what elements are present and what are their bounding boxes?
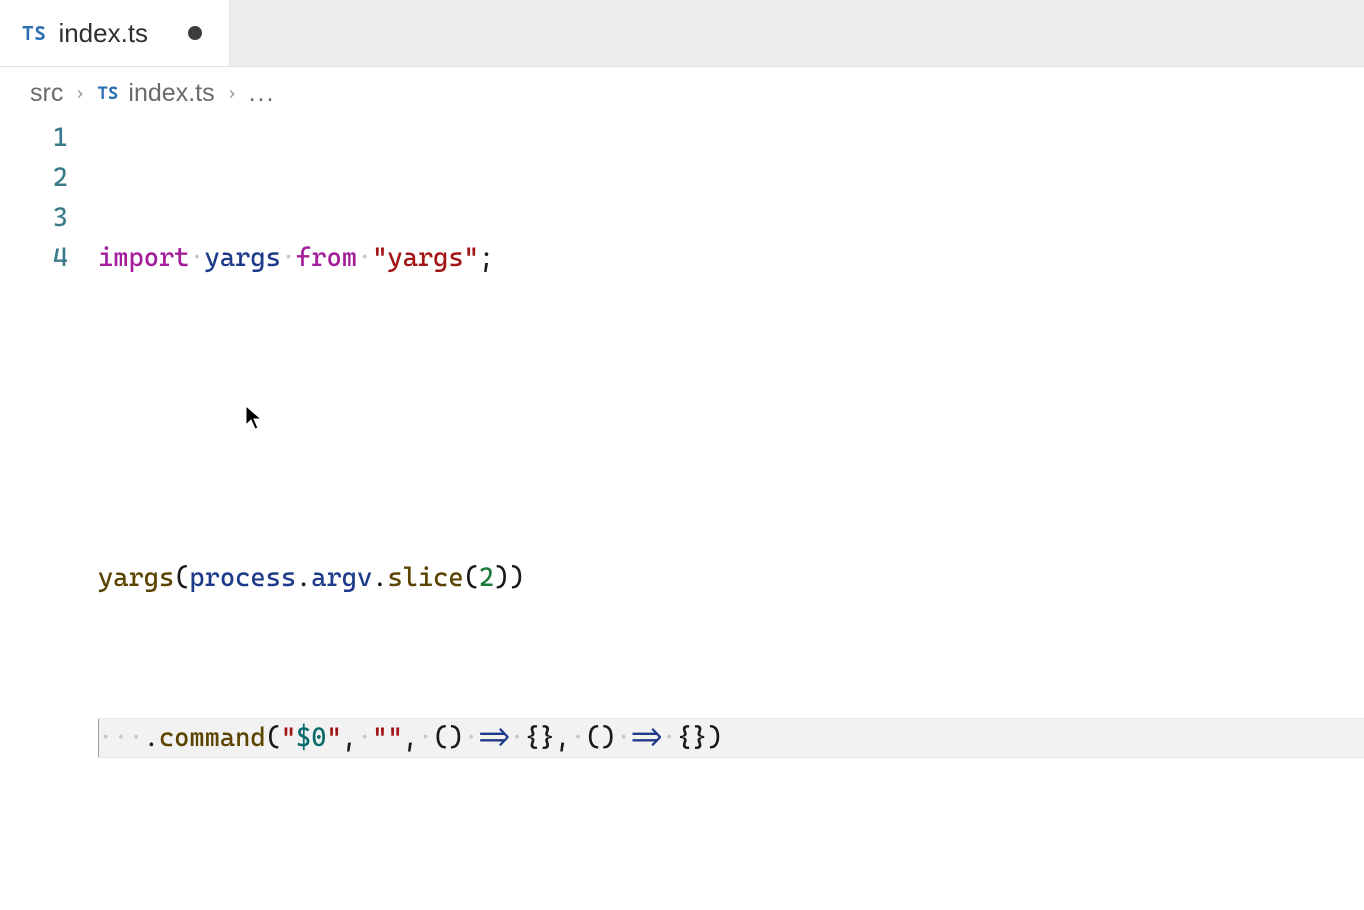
breadcrumb: src TS index.ts ...: [0, 67, 1364, 118]
line-number: 1: [0, 118, 68, 158]
whitespace-dot: ·: [189, 238, 204, 278]
editor-tab[interactable]: TS index.ts: [0, 0, 230, 66]
token-punct: ,: [342, 718, 357, 758]
token-identifier: yargs: [205, 238, 281, 278]
token-arrow: =>: [479, 718, 509, 758]
whitespace-dot: ·: [418, 718, 433, 758]
whitespace-dot: ·: [616, 718, 631, 758]
whitespace-dot: ·: [570, 718, 585, 758]
whitespace-dot: ·: [662, 718, 677, 758]
line-number: 3: [0, 198, 68, 238]
token-string: ": [327, 718, 342, 758]
token-punct: .: [144, 718, 159, 758]
token-identifier: argv: [311, 558, 372, 598]
typescript-icon: TS: [22, 21, 46, 45]
token-string-variable: $0: [296, 718, 326, 758]
token-punct: ): [509, 558, 524, 598]
token-punct: .: [296, 558, 311, 598]
token-string: "yargs": [372, 238, 479, 278]
code-editor[interactable]: 1 2 3 4 import·yargs·from·"yargs"; yargs…: [0, 118, 1364, 838]
breadcrumb-segment[interactable]: src: [30, 79, 63, 108]
token-punct: (): [433, 718, 463, 758]
whitespace-dot: ·: [357, 238, 372, 278]
token-punct: ): [707, 718, 722, 758]
token-punct: {}: [677, 718, 707, 758]
code-line[interactable]: import·yargs·from·"yargs";: [98, 238, 1364, 278]
token-punct: ;: [479, 238, 494, 278]
line-number: 2: [0, 158, 68, 198]
token-punct: .: [372, 558, 387, 598]
typescript-icon: TS: [97, 83, 118, 104]
code-line[interactable]: yargs(process.argv.slice(2)): [98, 558, 1364, 598]
token-punct: (: [464, 558, 479, 598]
token-punct: {}: [525, 718, 555, 758]
token-punct: ): [494, 558, 509, 598]
token-punct: (: [266, 718, 281, 758]
token-call: yargs: [98, 558, 174, 598]
code-line[interactable]: ···.command("$0",·"",·()·=>·{},·()·=>·{}…: [98, 718, 1364, 758]
breadcrumb-segment[interactable]: index.ts: [128, 79, 214, 108]
token-string: ": [281, 718, 296, 758]
whitespace-dot: ·: [464, 718, 479, 758]
token-punct: (): [586, 718, 616, 758]
token-call: slice: [387, 558, 463, 598]
token-identifier: process: [189, 558, 296, 598]
whitespace-dot: ·: [281, 238, 296, 278]
chevron-right-icon: [73, 79, 87, 108]
token-punct: (: [174, 558, 189, 598]
line-number: 4: [0, 238, 68, 278]
whitespace-dot: ···: [98, 718, 144, 758]
cursor-icon: [98, 719, 99, 757]
token-number: 2: [479, 558, 494, 598]
token-string: "": [372, 718, 402, 758]
line-number-gutter: 1 2 3 4: [0, 118, 98, 838]
token-arrow: =>: [631, 718, 661, 758]
token-keyword: import: [98, 238, 189, 278]
token-punct: ,: [555, 718, 570, 758]
code-area[interactable]: import·yargs·from·"yargs"; yargs(process…: [98, 118, 1364, 838]
token-keyword: from: [296, 238, 357, 278]
token-call: command: [159, 718, 266, 758]
tab-filename: index.ts: [58, 18, 148, 49]
chevron-right-icon: [225, 79, 239, 108]
whitespace-dot: ·: [357, 718, 372, 758]
tab-bar: TS index.ts: [0, 0, 1364, 67]
whitespace-dot: ·: [509, 718, 524, 758]
token-punct: ,: [403, 718, 418, 758]
breadcrumb-overflow[interactable]: ...: [249, 79, 276, 108]
unsaved-dot-icon: [188, 26, 202, 40]
code-line[interactable]: [98, 398, 1364, 438]
